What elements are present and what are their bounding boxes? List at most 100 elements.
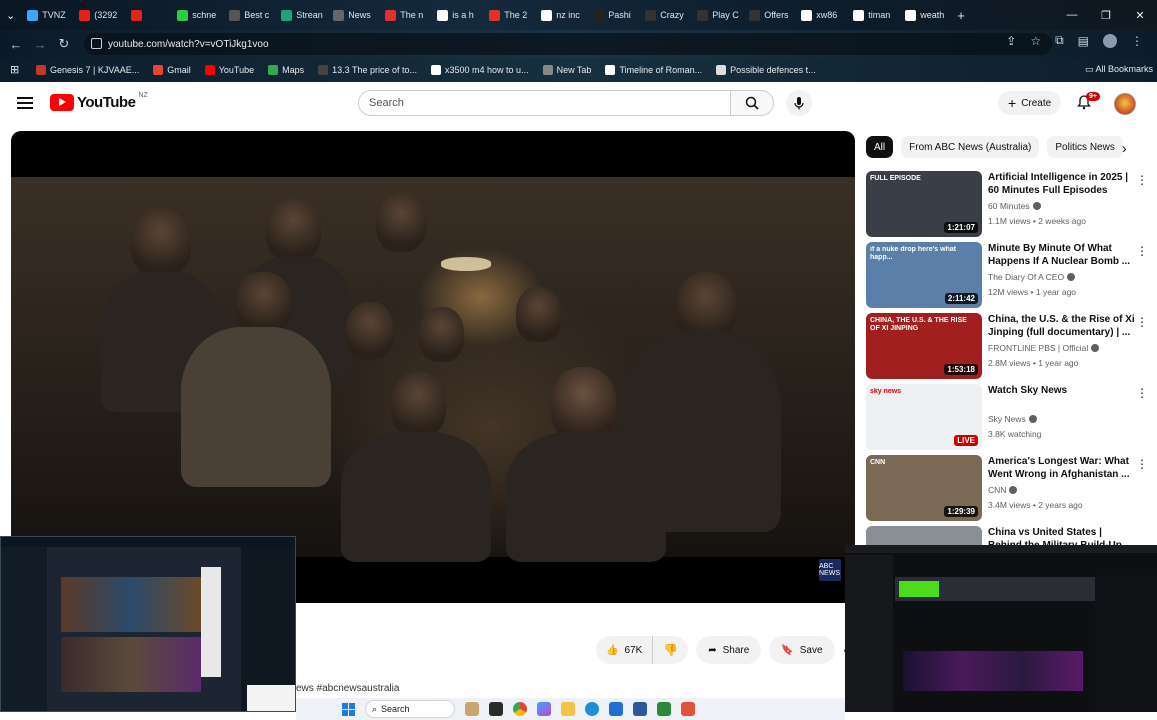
video-thumbnail[interactable]: FULL EPISODE 1:21:07 xyxy=(866,171,982,237)
browser-tab[interactable]: Play C xyxy=(691,0,743,30)
back-button[interactable]: ← xyxy=(4,32,28,56)
browser-tab[interactable]: schne xyxy=(171,0,223,30)
windows-start-icon[interactable] xyxy=(342,702,355,716)
like-button[interactable]: 👍 67K xyxy=(596,636,654,664)
all-bookmarks-button[interactable]: ▭ All Bookmarks xyxy=(1085,64,1153,75)
browser-tab[interactable]: News xyxy=(327,0,379,30)
profile-avatar[interactable] xyxy=(1103,33,1117,48)
browser-tab[interactable] xyxy=(125,0,171,30)
search-button[interactable] xyxy=(730,90,774,116)
forward-button[interactable]: → xyxy=(28,32,52,56)
youtube-logo[interactable]: YouTube NZ xyxy=(50,92,148,111)
mail-icon[interactable] xyxy=(609,702,623,716)
install-icon[interactable]: ⇪ xyxy=(1006,34,1016,48)
browser-tab[interactable]: Strean xyxy=(275,0,327,30)
save-button[interactable]: 🔖 Save xyxy=(769,636,835,664)
minimize-button[interactable]: — xyxy=(1055,0,1089,30)
browser-tab[interactable]: Pashi xyxy=(587,0,639,30)
channel-name[interactable]: The Diary Of A CEO xyxy=(988,272,1064,282)
menu-icon[interactable] xyxy=(17,97,33,109)
new-tab-button[interactable]: + xyxy=(951,0,971,30)
video-title[interactable]: Artificial Intelligence in 2025 | 60 Min… xyxy=(988,171,1138,197)
video-title[interactable]: Watch Sky News xyxy=(988,384,1138,397)
search-input[interactable]: Search xyxy=(358,90,731,116)
task-view-icon[interactable] xyxy=(489,702,503,716)
recommended-video[interactable]: sky news LIVE Watch Sky News Sky News 3.8K w… xyxy=(866,384,1156,450)
bookmark-item[interactable]: 13.3 The price of to... xyxy=(318,65,417,75)
channel-name[interactable]: FRONTLINE PBS | Official xyxy=(988,343,1088,353)
filter-chip[interactable]: From ABC News (Australia) xyxy=(901,136,1040,158)
share-button[interactable]: ➦ Share xyxy=(696,636,762,664)
browser-tab[interactable]: (3292 xyxy=(73,0,125,30)
account-avatar[interactable] xyxy=(1114,93,1136,115)
chevron-right-icon[interactable]: › xyxy=(1122,140,1127,156)
channel-name[interactable]: Sky News xyxy=(988,414,1026,424)
bookmark-item[interactable]: Maps xyxy=(268,65,304,75)
copilot-icon[interactable] xyxy=(537,702,551,716)
browser-tab[interactable]: weath xyxy=(899,0,951,30)
bookmark-item[interactable]: Gmail xyxy=(153,65,191,75)
recommended-video[interactable]: China vs United States | Behind the Mili… xyxy=(866,526,1156,592)
taskbar-search[interactable]: ⌕ Search xyxy=(365,700,455,718)
overlay-window-casino[interactable] xyxy=(0,536,296,712)
browser-tab[interactable]: timan xyxy=(847,0,899,30)
bookmark-item[interactable]: New Tab xyxy=(542,65,591,75)
browser-tab[interactable]: nz inc xyxy=(535,0,587,30)
reload-button[interactable]: ↻ xyxy=(52,32,76,56)
create-button[interactable]: + Create xyxy=(998,91,1062,115)
address-bar[interactable]: youtube.com/watch?v=vOTiJkg1voo xyxy=(84,33,1052,55)
bookmark-item[interactable]: YouTube xyxy=(204,65,254,75)
video-title[interactable]: China, the U.S. & the Rise of Xi Jinping… xyxy=(988,313,1138,339)
bookmark-star-icon[interactable]: ☆ xyxy=(1030,34,1041,48)
site-info-icon[interactable] xyxy=(91,38,102,49)
browser-tab[interactable]: Crazy xyxy=(639,0,691,30)
kebab-menu-icon[interactable]: ⋮ xyxy=(1136,386,1148,400)
video-thumbnail[interactable]: sky news LIVE xyxy=(866,384,982,450)
filter-chip[interactable]: All xyxy=(866,136,894,158)
recommended-video[interactable]: CNN 1:29:39 America's Longest War: What We… xyxy=(866,455,1156,521)
app-icon[interactable] xyxy=(681,702,695,716)
extensions-icon[interactable]: ⧉ xyxy=(1055,33,1064,48)
apps-icon[interactable]: ⊞ xyxy=(10,63,19,76)
xbox-icon[interactable] xyxy=(657,702,671,716)
sidebar-icon[interactable]: ▤ xyxy=(1078,34,1089,48)
chrome-icon[interactable] xyxy=(513,702,527,716)
video-player[interactable]: ABC NEWS xyxy=(11,131,855,603)
filter-chip[interactable]: Politics News xyxy=(1047,136,1123,158)
browser-tab[interactable]: The 2 xyxy=(483,0,535,30)
video-thumbnail[interactable]: CHINA, THE U.S. & THE RISE OF XI JINPING… xyxy=(866,313,982,379)
browser-tab[interactable]: Offers xyxy=(743,0,795,30)
browser-tab[interactable]: Best c xyxy=(223,0,275,30)
store-icon[interactable] xyxy=(633,702,647,716)
browser-tab[interactable]: xw86 xyxy=(795,0,847,30)
bookmark-item[interactable]: Timeline of Roman... xyxy=(605,65,702,75)
dislike-button[interactable]: 👎 xyxy=(653,636,688,664)
recommended-video[interactable]: FULL EPISODE 1:21:07 Artificial Intelligen… xyxy=(866,171,1156,237)
kebab-menu-icon[interactable]: ⋮ xyxy=(1136,173,1148,187)
channel-name[interactable]: CNN xyxy=(988,485,1006,495)
browser-tab[interactable]: TVNZ xyxy=(21,0,73,30)
browser-tab[interactable]: is a h xyxy=(431,0,483,30)
video-title[interactable]: Minute By Minute Of What Happens If A Nu… xyxy=(988,242,1138,268)
bookmark-item[interactable]: x3500 m4 how to u... xyxy=(431,65,529,75)
kebab-menu-icon[interactable]: ⋮ xyxy=(1136,315,1148,329)
video-thumbnail[interactable]: if a nuke drop here's what happ... 2:11:4… xyxy=(866,242,982,308)
voice-search-button[interactable] xyxy=(786,90,812,116)
bookmark-item[interactable]: Genesis 7 | KJVAAE... xyxy=(36,65,139,75)
file-explorer-icon[interactable] xyxy=(561,702,575,716)
recommended-video[interactable]: if a nuke drop here's what happ... 2:11:4… xyxy=(866,242,1156,308)
channel-name[interactable]: 60 Minutes xyxy=(988,201,1030,211)
close-window-button[interactable]: ✕ xyxy=(1123,0,1157,30)
video-thumbnail[interactable]: CNN 1:29:39 xyxy=(866,455,982,521)
kebab-menu-icon[interactable]: ⋮ xyxy=(1136,244,1148,258)
menu-icon[interactable]: ⋮ xyxy=(1131,34,1143,48)
video-title[interactable]: America's Longest War: What Went Wrong i… xyxy=(988,455,1138,481)
kebab-menu-icon[interactable]: ⋮ xyxy=(1136,457,1148,471)
tab-search-dropdown[interactable]: ⌄ xyxy=(0,0,21,30)
recommended-video[interactable]: CHINA, THE U.S. & THE RISE OF XI JINPING… xyxy=(866,313,1156,379)
overlay-window-stream[interactable] xyxy=(845,545,1157,712)
browser-tab[interactable]: The n xyxy=(379,0,431,30)
bookmark-item[interactable]: Possible defences t... xyxy=(716,65,816,75)
video-hashtag[interactable]: ews #abcnewsaustralia xyxy=(296,683,399,694)
maximize-button[interactable]: ❐ xyxy=(1089,0,1123,30)
